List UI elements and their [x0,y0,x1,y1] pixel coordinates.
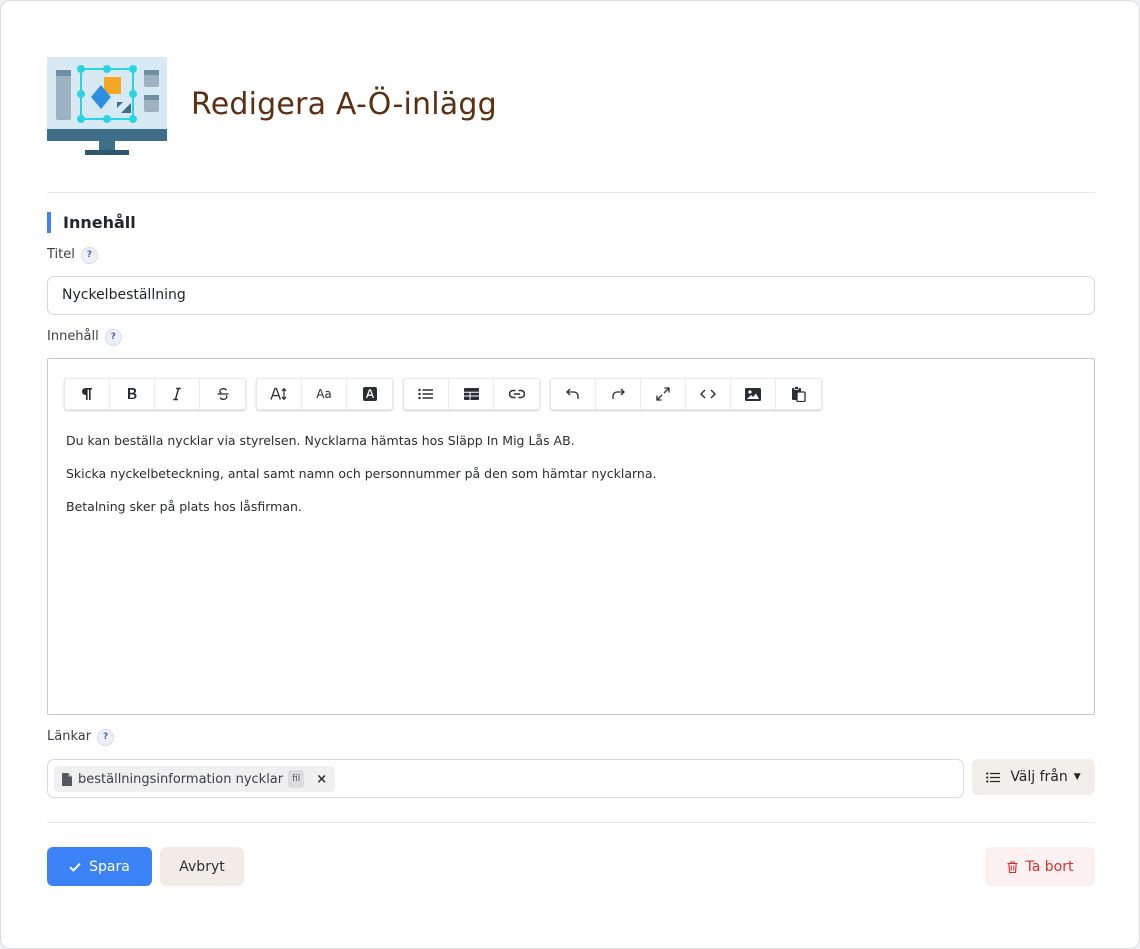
help-icon[interactable]: ? [97,728,115,746]
delete-label: Ta bort [1025,858,1074,875]
check-icon [69,862,81,872]
link-type-badge: fil [288,770,305,788]
font-size-icon[interactable] [257,379,302,409]
content-paragraph: Betalning sker på plats hos låsfirman. [66,499,302,514]
toolbar-group-text-style [64,378,246,410]
title-label: Titel ? [47,246,98,264]
rich-text-editor[interactable]: Aa Du kan beställa nycklar via styrelsen… [47,358,1095,715]
save-button[interactable]: Spara [47,847,152,886]
page-header: Redigera A-Ö-inlägg [47,57,1095,157]
monitor-design-icon [47,57,167,155]
paste-icon[interactable] [776,379,821,409]
table-icon[interactable] [449,379,494,409]
title-input[interactable]: Nyckelbeställning [47,276,1095,315]
footer-divider [47,822,1095,823]
redo-icon[interactable] [596,379,641,409]
link-chip-name: beställningsinformation nycklar [78,771,284,787]
code-view-icon[interactable] [686,379,731,409]
file-icon [62,772,72,786]
fullscreen-icon[interactable] [641,379,686,409]
help-icon[interactable]: ? [104,328,122,346]
caret-down-icon: ▼ [1073,772,1081,782]
content-label: Innehåll ? [47,328,122,346]
toolbar-group-font: Aa [256,378,393,410]
toolbar-group-misc [550,378,822,410]
content-label-text: Innehåll [47,329,99,344]
italic-icon[interactable] [155,379,200,409]
cancel-button[interactable]: Avbryt [160,847,244,886]
edit-card: Redigera A-Ö-inlägg Innehåll Titel ? Nyc… [0,0,1140,949]
link-icon[interactable] [494,379,539,409]
cancel-label: Avbryt [179,858,225,875]
content-paragraph: Skicka nyckelbeteckning, antal samt namn… [66,466,657,481]
content-paragraph: Du kan beställa nycklar via styrelsen. N… [66,433,575,448]
text-color-icon[interactable] [347,379,392,409]
choose-from-label: Välj från [1010,769,1068,785]
paragraph-icon[interactable] [65,379,110,409]
image-icon[interactable] [731,379,776,409]
help-icon[interactable]: ? [80,246,98,264]
title-label-text: Titel [47,247,75,262]
choose-from-button[interactable]: Välj från ▼ [972,759,1095,795]
link-chip: beställningsinformation nycklar fil × [54,766,336,792]
links-label-text: Länkar [47,729,92,744]
editor-toolbar: Aa [64,378,832,410]
delete-button[interactable]: Ta bort [985,847,1095,886]
font-family-icon[interactable]: Aa [302,379,347,409]
trash-icon [1007,860,1018,873]
remove-link-icon[interactable]: × [316,772,327,787]
section-heading: Innehåll [47,212,136,233]
list-icon [986,771,1001,783]
toolbar-group-insert [403,378,540,410]
list-icon[interactable] [404,379,449,409]
save-label: Spara [89,858,130,875]
undo-icon[interactable] [551,379,596,409]
editor-content[interactable]: Du kan beställa nycklar via styrelsen. N… [66,432,1066,531]
links-label: Länkar ? [47,728,115,746]
strikethrough-icon[interactable] [200,379,245,409]
header-divider [47,192,1095,193]
links-input[interactable]: beställningsinformation nycklar fil × [47,759,964,798]
bold-icon[interactable] [110,379,155,409]
page-title: Redigera A-Ö-inlägg [191,87,497,122]
